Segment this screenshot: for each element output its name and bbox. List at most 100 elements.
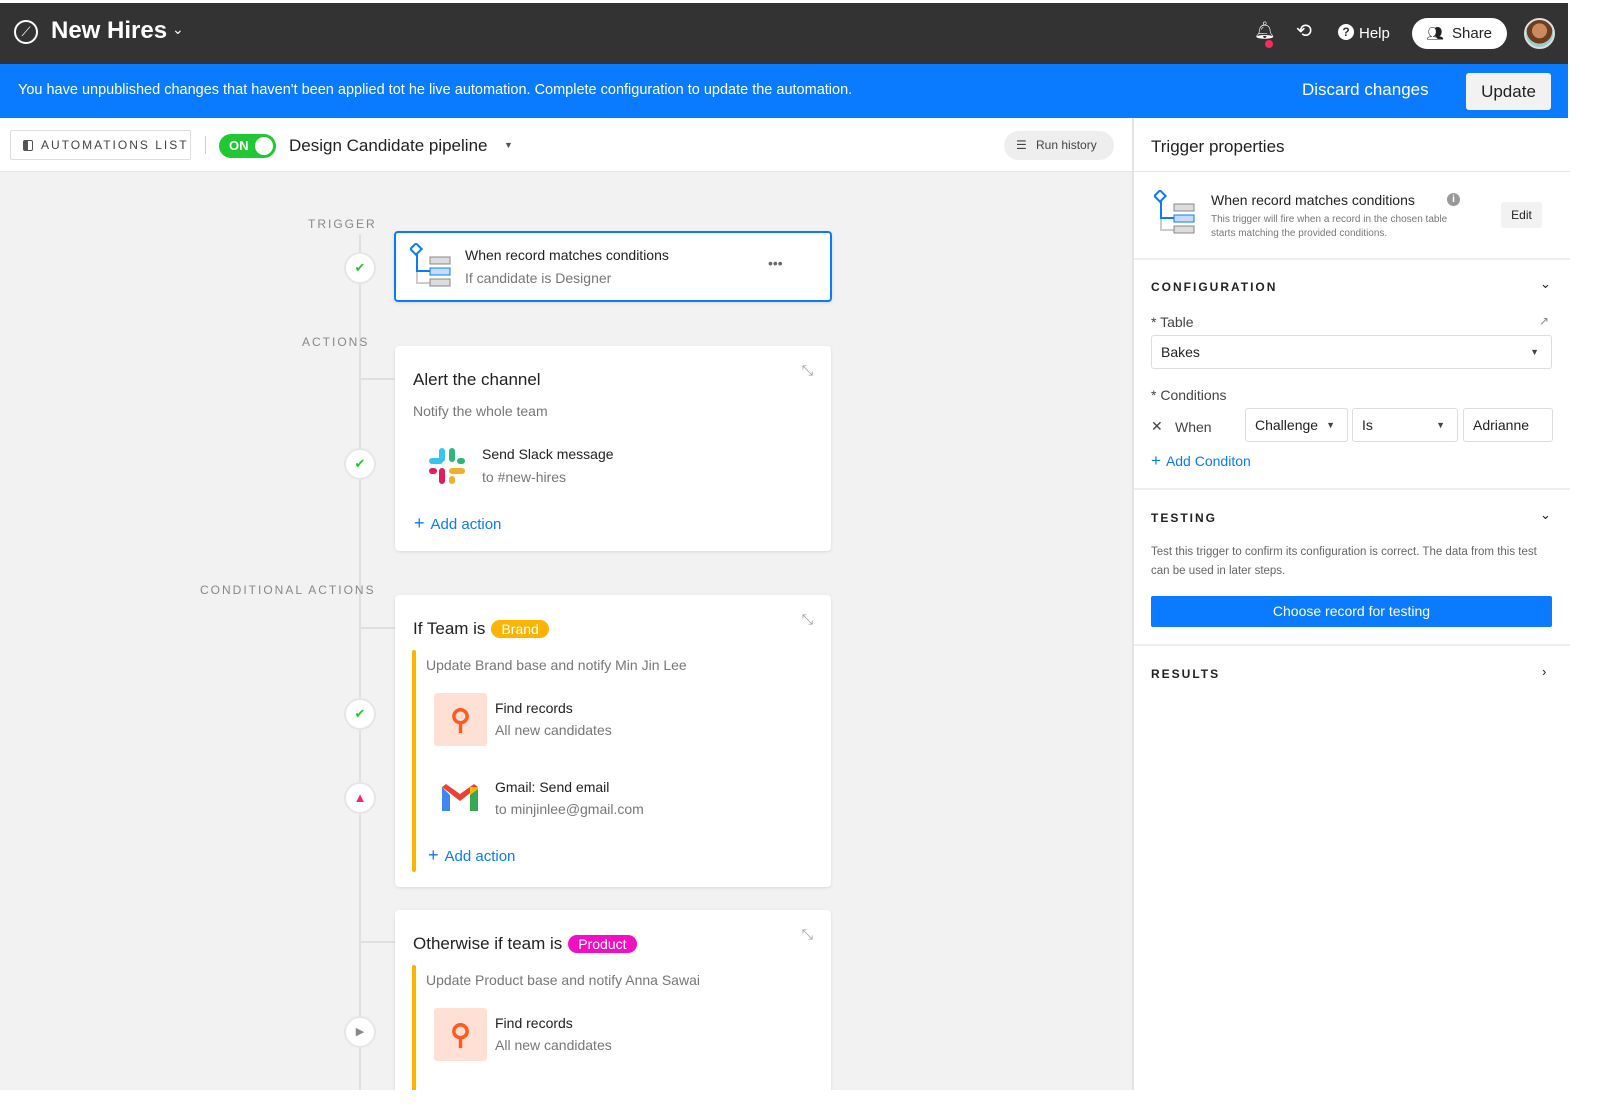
- add-action-button[interactable]: + Add action: [428, 845, 515, 866]
- open-external-icon[interactable]: ↗: [1539, 314, 1549, 328]
- conditional-group-card[interactable]: Otherwise if team is Product ⤡ Update Pro…: [395, 910, 831, 1090]
- history-icon[interactable]: ⟲: [1296, 20, 1312, 43]
- caret-down-icon: ▼: [1530, 347, 1539, 357]
- caret-down-icon[interactable]: ▼: [504, 140, 513, 150]
- share-label: Share: [1452, 25, 1493, 42]
- more-options-icon[interactable]: •••: [768, 255, 783, 271]
- actions-section-label: ACTIONS: [302, 335, 370, 349]
- users-icon: 👥︎: [1426, 25, 1444, 41]
- operator-value: Is: [1362, 417, 1373, 433]
- add-condition-button[interactable]: + Add Conditon: [1151, 451, 1251, 471]
- compass-icon[interactable]: ⟋: [14, 20, 38, 44]
- choose-record-button[interactable]: Choose record for testing: [1151, 596, 1552, 627]
- update-button[interactable]: Update: [1466, 73, 1551, 110]
- unpublished-banner: You have unpublished changes that haven'…: [0, 64, 1568, 118]
- run-history-label: Run history: [1036, 138, 1097, 152]
- divider: [205, 136, 206, 154]
- group-subtitle: Update Product base and notify Anna Sawa…: [426, 972, 700, 988]
- help-link[interactable]: Help: [1359, 25, 1390, 42]
- status-warning-icon: ▲: [344, 782, 376, 814]
- automations-list-label: AUTOMATIONS LIST: [41, 138, 189, 152]
- discard-changes-button[interactable]: Discard changes: [1302, 80, 1429, 100]
- results-header[interactable]: RESULTS: [1151, 667, 1220, 681]
- divider: [1134, 258, 1570, 260]
- add-action-button[interactable]: + Add action: [414, 513, 501, 534]
- trigger-properties-panel: Trigger properties When record matches c…: [1132, 118, 1570, 1090]
- help-icon[interactable]: ?: [1338, 24, 1354, 40]
- trigger-title: When record matches conditions: [465, 247, 669, 263]
- chevron-down-icon[interactable]: ⌄: [1540, 507, 1551, 523]
- team-tag: Brand: [491, 620, 549, 638]
- team-tag: Product: [568, 935, 637, 953]
- condition-value: Adrianne: [1473, 417, 1530, 433]
- table-select[interactable]: Bakes ▼: [1151, 335, 1552, 369]
- plus-icon: +: [428, 845, 439, 865]
- trigger-subtitle: If candidate is Designer: [465, 270, 612, 286]
- conditions-tree-icon: [410, 243, 451, 287]
- remove-condition-icon[interactable]: ✕: [1151, 418, 1163, 435]
- connector: [360, 627, 396, 629]
- edit-button[interactable]: Edit: [1501, 202, 1542, 228]
- step-subtitle: All new candidates: [495, 1037, 612, 1053]
- automation-canvas: TRIGGER ACTIONS CONDITIONAL ACTIONS ✔ ✔ …: [0, 172, 1132, 1090]
- testing-header[interactable]: TESTING: [1151, 511, 1217, 525]
- divider: [1134, 644, 1570, 646]
- status-success-icon: ✔: [344, 252, 376, 284]
- bell-icon[interactable]: 🔔︎: [1254, 21, 1276, 41]
- automation-toolbar: AUTOMATIONS LIST ON Design Candidate pip…: [0, 118, 1132, 172]
- condition-prefix: Otherwise if team is: [413, 934, 563, 953]
- base-title[interactable]: New Hires: [51, 17, 167, 45]
- share-button[interactable]: 👥︎ Share: [1412, 18, 1507, 49]
- gmail-icon: [442, 784, 478, 811]
- sidebar-icon: [23, 140, 33, 151]
- toggle-label: ON: [229, 138, 249, 153]
- divider: [1134, 488, 1570, 490]
- collapse-icon[interactable]: ⤡: [802, 362, 813, 379]
- field-value: Challenge: [1255, 417, 1319, 433]
- list-icon: ☰: [1016, 138, 1027, 152]
- trigger-section-label: TRIGGER: [308, 217, 377, 231]
- condition-prefix: If Team is: [413, 619, 486, 638]
- chevron-down-icon[interactable]: ⌄: [172, 21, 184, 38]
- chevron-right-icon[interactable]: ›: [1542, 664, 1546, 679]
- group-title: Alert the channel: [413, 370, 541, 389]
- step-title: Send Slack message: [482, 446, 614, 462]
- toggle-knob: [255, 137, 273, 155]
- action-group-card[interactable]: Alert the channel ⤡ Notify the whole tea…: [395, 346, 831, 551]
- condition-title: If Team is Brand: [413, 619, 549, 639]
- condition-field-select[interactable]: Challenge ▼: [1245, 408, 1348, 442]
- conditions-tree-icon: [1154, 190, 1195, 234]
- status-success-icon: ✔: [344, 448, 376, 480]
- automation-name-dropdown[interactable]: Design Candidate pipeline: [289, 136, 487, 156]
- find-records-icon: ⚲: [434, 693, 487, 746]
- add-action-label: Add action: [430, 516, 502, 533]
- automations-list-button[interactable]: AUTOMATIONS LIST: [10, 130, 191, 160]
- notification-dot: [1265, 40, 1273, 48]
- avatar[interactable]: [1524, 18, 1555, 49]
- collapse-icon[interactable]: ⤡: [802, 926, 813, 943]
- chevron-down-icon[interactable]: ⌄: [1540, 276, 1551, 292]
- step-subtitle: All new candidates: [495, 722, 612, 738]
- step-subtitle: to #new-hires: [482, 469, 567, 485]
- conditional-group-card[interactable]: If Team is Brand ⤡ Update Brand base and …: [395, 595, 831, 887]
- conditional-actions-section-label: CONDITIONAL ACTIONS: [200, 583, 376, 597]
- automation-toggle[interactable]: ON: [219, 134, 276, 158]
- condition-value-input[interactable]: Adrianne: [1463, 408, 1553, 442]
- configuration-header[interactable]: CONFIGURATION: [1151, 280, 1277, 294]
- connector: [360, 941, 396, 943]
- trigger-name: When record matches conditions: [1211, 192, 1415, 208]
- condition-operator-select[interactable]: Is ▼: [1352, 408, 1458, 442]
- group-subtitle: Notify the whole team: [413, 403, 548, 419]
- group-subtitle: Update Brand base and notify Min Jin Lee: [426, 657, 687, 673]
- info-icon[interactable]: i: [1447, 193, 1460, 206]
- divider: [1134, 171, 1570, 172]
- trigger-card[interactable]: When record matches conditions If candid…: [394, 231, 832, 302]
- status-pending-icon: ▶: [344, 1016, 376, 1048]
- run-history-button[interactable]: ☰ Run history: [1004, 131, 1114, 160]
- condition-bar: [412, 965, 416, 1090]
- conditions-label: * Conditions: [1151, 387, 1227, 403]
- step-title: Gmail: Send email: [495, 779, 610, 795]
- find-records-icon: ⚲: [434, 1008, 487, 1061]
- collapse-icon[interactable]: ⤡: [802, 611, 813, 628]
- caret-down-icon: ▼: [1436, 420, 1445, 430]
